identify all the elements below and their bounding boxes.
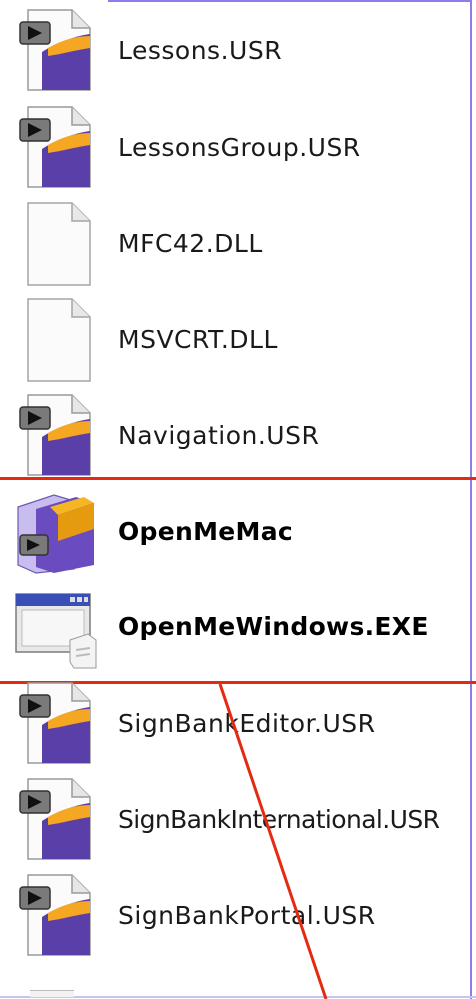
- file-name: OpenMeMac: [118, 517, 294, 546]
- file-row-navigation[interactable]: Navigation.USR: [0, 387, 468, 484]
- mac-application-icon: [17, 493, 94, 574]
- file-row-mfc42[interactable]: MFC42.DLL: [0, 195, 468, 292]
- file-name: OpenMeWindows.EXE: [118, 612, 429, 641]
- file-name: SignBankEditor.USR: [118, 709, 376, 738]
- file-row-lessons[interactable]: Lessons.USR: [0, 2, 468, 99]
- file-name: Navigation.USR: [118, 421, 320, 450]
- file-row-openmemac[interactable]: OpenMeMac: [0, 483, 468, 580]
- shockwave-file-icon: [19, 393, 91, 476]
- file-name: MSVCRT.DLL: [118, 325, 278, 354]
- windows-executable-icon: [15, 592, 97, 668]
- shockwave-file-icon: [19, 873, 91, 956]
- file-row-signbankinternational[interactable]: SignBankInternational.USR: [0, 771, 468, 868]
- shockwave-file-icon: [19, 8, 91, 91]
- file-row-openmewindows[interactable]: OpenMeWindows.EXE: [0, 578, 468, 675]
- partial-file-icon: [30, 990, 74, 997]
- shockwave-file-icon: [19, 105, 91, 188]
- file-row-msvcrt[interactable]: MSVCRT.DLL: [0, 291, 468, 388]
- file-name: SignBankPortal.USR: [118, 901, 376, 930]
- frame-right-border: [470, 0, 472, 999]
- file-name: Lessons.USR: [118, 36, 283, 65]
- shockwave-file-icon: [19, 681, 91, 764]
- highlight-top-line: [0, 477, 476, 480]
- file-name: MFC42.DLL: [118, 229, 263, 258]
- file-name: SignBankInternational.USR: [118, 805, 440, 834]
- blank-document-icon: [27, 297, 91, 382]
- file-row-signbankportal[interactable]: SignBankPortal.USR: [0, 867, 468, 964]
- file-row-signbankeditor[interactable]: SignBankEditor.USR: [0, 675, 468, 772]
- file-row-lessonsgroup[interactable]: LessonsGroup.USR: [0, 99, 468, 196]
- file-name: LessonsGroup.USR: [118, 133, 361, 162]
- shockwave-file-icon: [19, 777, 91, 860]
- blank-document-icon: [27, 201, 91, 286]
